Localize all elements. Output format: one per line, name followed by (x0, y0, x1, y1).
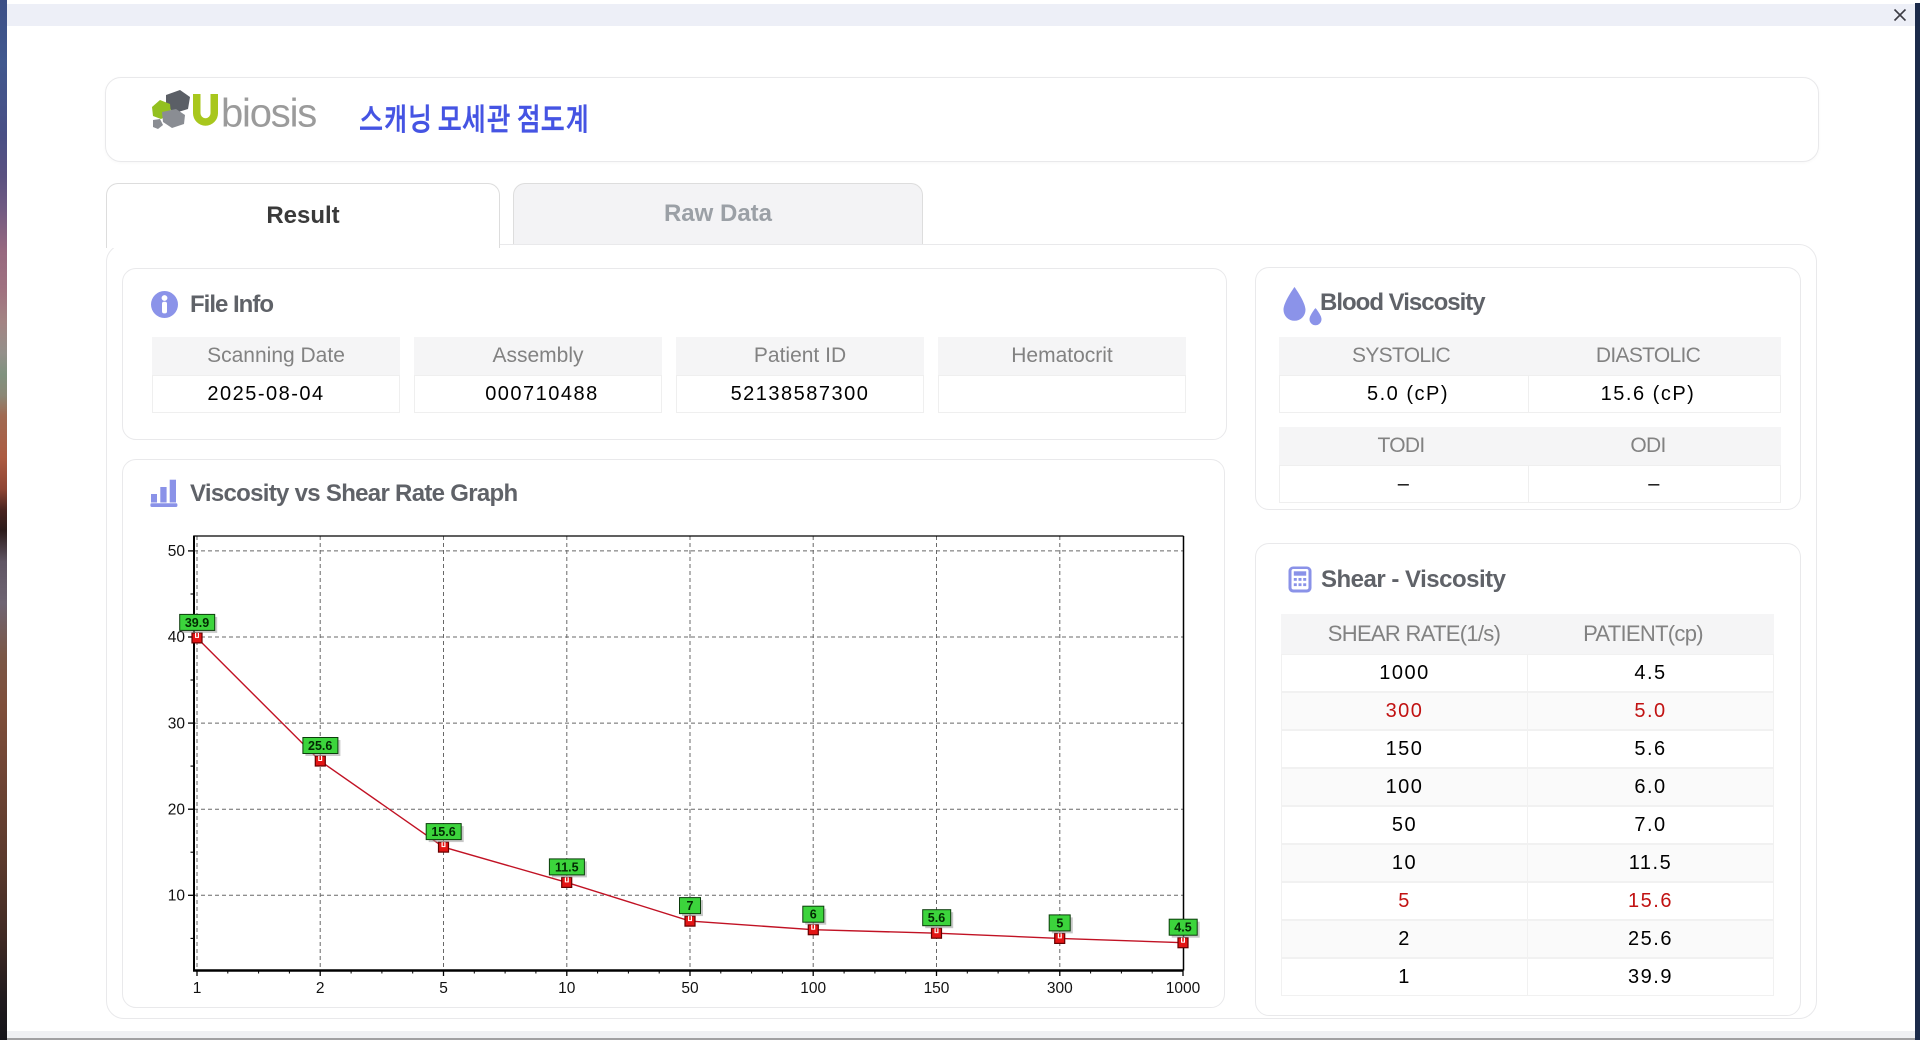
svg-text:11.5: 11.5 (555, 860, 579, 874)
svg-text:5: 5 (439, 980, 448, 997)
svg-text:15.6: 15.6 (431, 825, 455, 839)
svg-text:4.5: 4.5 (1174, 921, 1191, 935)
svg-text:2: 2 (316, 980, 325, 997)
svg-text:20: 20 (168, 801, 186, 818)
svg-text:5: 5 (1056, 916, 1063, 930)
svg-text:25.6: 25.6 (308, 739, 332, 753)
svg-text:39.9: 39.9 (185, 616, 209, 630)
svg-text:150: 150 (924, 980, 950, 997)
svg-text:1000: 1000 (1166, 980, 1201, 997)
svg-text:100: 100 (800, 980, 826, 997)
svg-text:50: 50 (168, 543, 186, 560)
svg-text:10: 10 (558, 980, 576, 997)
svg-text:5.6: 5.6 (928, 911, 945, 925)
svg-text:6: 6 (810, 908, 817, 922)
svg-text:50: 50 (681, 980, 699, 997)
svg-text:1: 1 (193, 980, 202, 997)
svg-text:10: 10 (168, 888, 186, 905)
svg-text:7: 7 (687, 899, 694, 913)
svg-text:biosis: biosis (221, 91, 316, 135)
svg-text:30: 30 (168, 715, 186, 732)
svg-text:300: 300 (1047, 980, 1073, 997)
